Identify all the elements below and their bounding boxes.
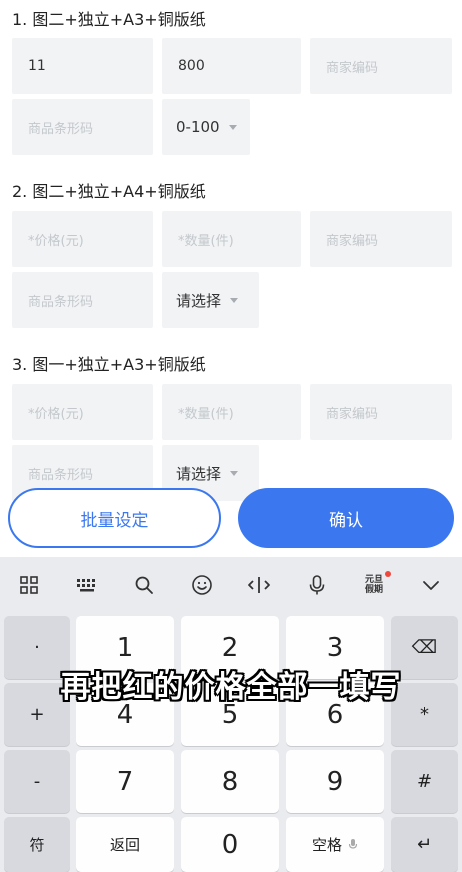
key-7[interactable]: 7: [76, 750, 174, 813]
key-back[interactable]: 返回: [76, 817, 174, 872]
space-label: 空格: [311, 836, 342, 854]
key-minus[interactable]: -: [4, 750, 70, 813]
section-2-qty-input[interactable]: *数量(件): [162, 211, 301, 267]
emoji-icon[interactable]: [179, 557, 225, 612]
microphone-icon: [348, 839, 358, 849]
enter-icon[interactable]: ↵: [391, 817, 458, 872]
section-2-merchant-code-input[interactable]: 商家编码: [310, 211, 452, 267]
grid-icon[interactable]: [6, 557, 52, 612]
key-hash[interactable]: #: [391, 750, 458, 813]
screen: 1. 图二+独立+A3+铜版纸 11 800 商家编码 商品条形码 0-100 …: [0, 0, 462, 872]
section-1-barcode-input[interactable]: 商品条形码: [12, 99, 153, 155]
key-9[interactable]: 9: [286, 750, 384, 813]
chevron-down-icon: [228, 125, 237, 130]
key-8[interactable]: 8: [181, 750, 279, 813]
section-1-merchant-code-input[interactable]: 商家编码: [310, 38, 452, 94]
chevron-down-icon: [230, 471, 239, 476]
holiday-badge[interactable]: 元旦 假期: [351, 557, 397, 612]
section-2-range-select[interactable]: 请选择: [162, 272, 259, 328]
chevron-down-icon[interactable]: [408, 557, 454, 612]
chevron-down-icon: [230, 298, 239, 303]
section-3-qty-input[interactable]: *数量(件): [162, 384, 301, 440]
section-3-merchant-code-input[interactable]: 商家编码: [310, 384, 452, 440]
microphone-icon[interactable]: [294, 557, 340, 612]
section-1-price-input[interactable]: 11: [12, 38, 153, 94]
section-1-range-select[interactable]: 0-100: [162, 99, 250, 155]
key-0[interactable]: 0: [181, 817, 279, 872]
cursor-move-icon[interactable]: [236, 557, 282, 612]
notification-dot: [385, 571, 391, 577]
section-1-qty-input[interactable]: 800: [162, 38, 301, 94]
video-caption: 再把红的价格全部一填写: [60, 670, 402, 705]
select-value: 请选择: [176, 291, 222, 310]
section-2-barcode-input[interactable]: 商品条形码: [12, 272, 153, 328]
select-value: 0-100: [176, 118, 220, 136]
confirm-button[interactable]: 确认: [238, 488, 454, 548]
numeric-keyboard: 元旦 假期 · + - 符 1 2 3 4 5 6 7 8 9 返回 0 空格 …: [0, 557, 462, 872]
section-1-title: 1. 图二+独立+A3+铜版纸: [12, 10, 206, 29]
key-symbols[interactable]: 符: [4, 817, 70, 872]
batch-set-button[interactable]: 批量设定: [8, 488, 221, 548]
section-2-title: 2. 图二+独立+A4+铜版纸: [12, 182, 206, 201]
select-value: 请选择: [176, 464, 222, 483]
search-icon[interactable]: [121, 557, 167, 612]
section-3-price-input[interactable]: *价格(元): [12, 384, 153, 440]
key-space[interactable]: 空格: [286, 817, 384, 872]
keyboard-icon[interactable]: [64, 557, 110, 612]
section-3-title: 3. 图一+独立+A3+铜版纸: [12, 355, 206, 374]
section-2-price-input[interactable]: *价格(元): [12, 211, 153, 267]
